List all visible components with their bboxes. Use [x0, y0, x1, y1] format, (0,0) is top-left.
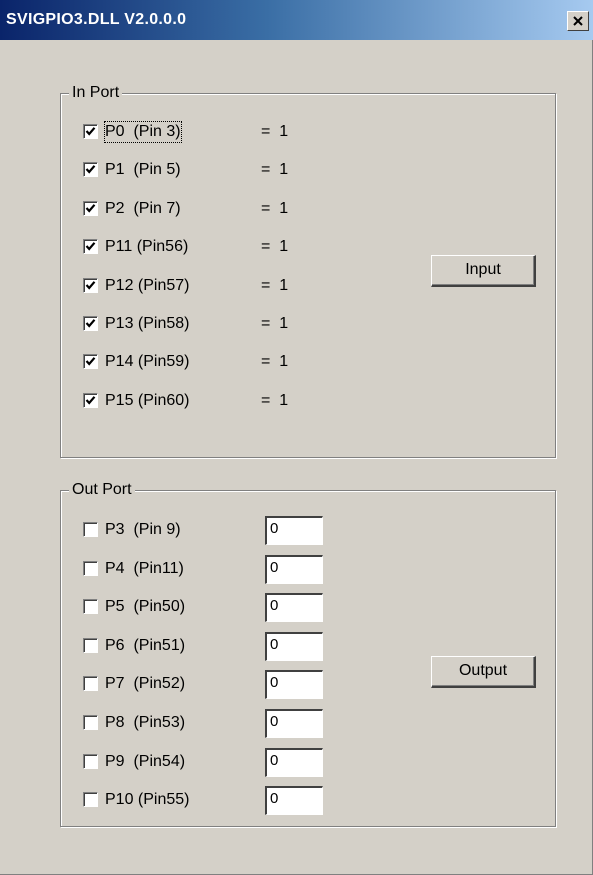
in-port-group: In Port P0 (Pin 3) = 1 P1 (Pin 5) = 1 P2 (Pi…	[60, 84, 556, 458]
out-port-checkbox[interactable]	[83, 599, 98, 615]
in-port-pin-value: = 1	[261, 315, 289, 332]
in-port-pin-label: P1 (Pin 5)	[105, 161, 181, 179]
out-port-checkbox[interactable]	[83, 753, 98, 769]
in-port-checkbox[interactable]	[83, 124, 98, 139]
in-port-pin-value: = 1	[261, 238, 289, 256]
out-port-row: P8 (Pin53) 0	[83, 709, 343, 738]
close-button[interactable]	[567, 11, 589, 31]
close-icon	[573, 16, 583, 26]
in-port-group-label: In Port	[69, 84, 123, 102]
input-button[interactable]: Input	[431, 255, 536, 287]
in-port-pin-value: = 1	[261, 199, 289, 217]
checkmark-icon	[85, 357, 96, 367]
in-port-checkbox[interactable]	[83, 200, 98, 216]
checkmark-icon	[85, 319, 96, 328]
checkmark-icon	[85, 395, 96, 405]
out-port-checkbox[interactable]	[83, 676, 98, 692]
checkmark-icon	[85, 127, 96, 136]
in-port-pin-label: P14 (Pin59)	[105, 353, 190, 371]
out-port-value-field[interactable]: 0	[265, 593, 323, 623]
in-port-pin-value: = 1	[261, 276, 289, 294]
checkmark-icon	[85, 280, 96, 290]
out-port-value-field[interactable]: 0	[265, 554, 323, 584]
in-port-pin-label: P12 (Pin57)	[105, 276, 190, 294]
in-port-pin-label: P15 (Pin60)	[105, 391, 190, 409]
in-port-checkbox[interactable]	[83, 162, 98, 178]
out-port-pin-label: P7 (Pin52)	[105, 675, 186, 693]
in-port-row: P11 (Pin56) = 1	[83, 237, 343, 257]
out-port-row: P10 (Pin55) 0	[83, 786, 343, 816]
out-port-value-field[interactable]: 0	[265, 747, 323, 777]
in-port-pin-label: P11 (Pin56)	[105, 238, 189, 256]
window-title: SVIGPIO3.DLL V2.0.0.0	[6, 11, 187, 28]
out-port-checkbox[interactable]	[83, 560, 98, 576]
out-port-value-field[interactable]: 0	[265, 786, 323, 816]
out-port-pin-label: P6 (Pin51)	[105, 636, 186, 654]
in-port-row: P2 (Pin 7) = 1	[83, 199, 343, 219]
out-port-row: P9 (Pin54) 0	[83, 747, 343, 777]
out-port-checkbox[interactable]	[83, 522, 98, 537]
out-port-row: P3 (Pin 9) 0	[83, 516, 343, 545]
out-port-checkbox[interactable]	[83, 637, 98, 653]
out-port-pin-label: P4 (Pin11)	[105, 559, 184, 577]
in-port-checkbox[interactable]	[83, 316, 98, 331]
dialog-window: SVIGPIO3.DLL V2.0.0.0 In Port P0 (Pin 3)…	[0, 0, 593, 875]
out-port-value-field[interactable]: 0	[265, 670, 323, 700]
out-port-pin-label: P5 (Pin50)	[105, 598, 186, 616]
out-port-value-field[interactable]: 0	[265, 709, 323, 738]
title-bar[interactable]: SVIGPIO3.DLL V2.0.0.0	[0, 0, 593, 40]
in-port-row: P12 (Pin57) = 1	[83, 276, 343, 296]
in-port-pin-label: P2 (Pin 7)	[105, 199, 181, 217]
in-port-checkbox[interactable]	[83, 354, 98, 370]
out-port-value-field[interactable]: 0	[265, 631, 323, 661]
out-port-pin-label: P8 (Pin53)	[105, 714, 186, 731]
in-port-row: P0 (Pin 3) = 1	[83, 121, 343, 143]
in-port-row: P15 (Pin60) = 1	[83, 391, 343, 411]
in-port-pin-value: = 1	[261, 391, 289, 409]
in-port-pin-value: = 1	[261, 123, 289, 140]
checkmark-icon	[85, 242, 96, 251]
out-port-checkbox[interactable]	[83, 715, 98, 730]
out-port-row: P7 (Pin52) 0	[83, 670, 343, 700]
in-port-pin-value: = 1	[261, 353, 289, 371]
output-button[interactable]: Output	[431, 656, 536, 688]
in-port-checkbox[interactable]	[83, 277, 98, 293]
in-port-pin-label: P13 (Pin58)	[105, 315, 190, 332]
out-port-pin-label: P3 (Pin 9)	[105, 521, 181, 538]
in-port-pin-value: = 1	[261, 161, 289, 179]
out-port-checkbox[interactable]	[83, 792, 98, 808]
in-port-row: P13 (Pin58) = 1	[83, 314, 343, 334]
out-port-pin-label: P9 (Pin54)	[105, 752, 186, 770]
checkmark-icon	[85, 165, 96, 175]
in-port-checkbox[interactable]	[83, 239, 98, 255]
in-port-row: P1 (Pin 5) = 1	[83, 160, 343, 180]
in-port-row: P14 (Pin59) = 1	[83, 352, 343, 372]
out-port-row: P4 (Pin11) 0	[83, 554, 343, 584]
out-port-row: P6 (Pin51) 0	[83, 631, 343, 661]
out-port-group: Out Port P3 (Pin 9) 0 P4 (Pin11) 0 P5 (Pin50…	[60, 481, 556, 827]
in-port-checkbox[interactable]	[83, 392, 98, 408]
out-port-group-label: Out Port	[69, 481, 135, 499]
checkmark-icon	[85, 203, 96, 213]
out-port-value-field[interactable]: 0	[265, 516, 323, 545]
out-port-row: P5 (Pin50) 0	[83, 593, 343, 623]
out-port-pin-label: P10 (Pin55)	[105, 791, 190, 809]
in-port-pin-label: P0 (Pin 3)	[104, 121, 182, 143]
